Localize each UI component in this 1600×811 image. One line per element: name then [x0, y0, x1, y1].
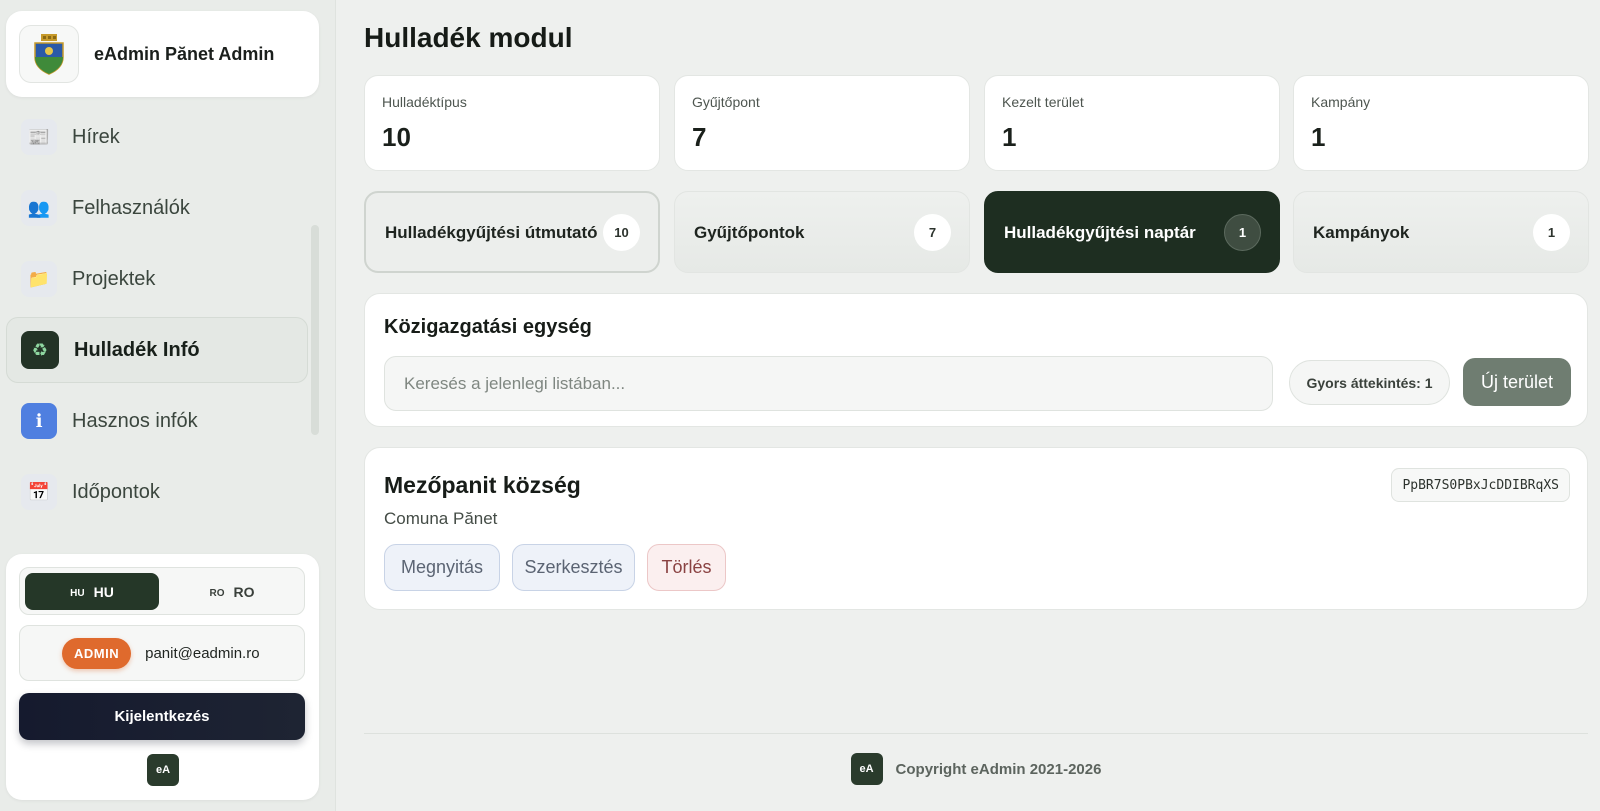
user-info: ADMIN panit@eadmin.ro: [19, 625, 305, 681]
stat-value: 7: [692, 122, 707, 152]
user-email: panit@eadmin.ro: [145, 644, 260, 662]
tab-collection-guide[interactable]: Hulladékgyűjtési útmutató 10: [364, 191, 660, 273]
stat-label: Hulladéktípus: [382, 94, 467, 110]
sidebar-nav: 📰 Hírek 👥 Felhasználók 📁 Projektek ♻ Hul…: [6, 104, 308, 530]
stat-value: 10: [382, 122, 411, 152]
tab-campaigns[interactable]: Kampányok 1: [1293, 191, 1589, 273]
sidebar-item-waste-info[interactable]: ♻ Hulladék Infó: [6, 317, 308, 383]
language-ro-button[interactable]: RO RO: [165, 573, 299, 610]
quick-overview-pill[interactable]: Gyors áttekintés: 1: [1289, 360, 1450, 405]
tab-label: Kampányok: [1313, 222, 1410, 242]
role-badge: ADMIN: [62, 637, 132, 669]
brand-title: eAdmin Pănet Admin: [94, 43, 275, 64]
logout-button[interactable]: Kijelentkezés: [19, 693, 305, 740]
sidebar-item-useful-info[interactable]: ℹ Hasznos infók: [6, 388, 308, 454]
sidebar-item-label: Időpontok: [72, 480, 160, 503]
stat-label: Gyűjtőpont: [692, 94, 760, 110]
sidebar-item-news[interactable]: 📰 Hírek: [6, 104, 308, 170]
tab-count-badge: 7: [914, 213, 951, 251]
calendar-icon: 📅: [21, 474, 57, 510]
item-id-badge: PpBR7S0PBxJcDDIBRqXS: [1391, 468, 1570, 502]
new-area-button[interactable]: Új terület: [1463, 358, 1571, 406]
item-title: Mezőpanit község: [384, 472, 581, 498]
delete-button[interactable]: Törlés: [647, 544, 726, 591]
page-title: Hulladék modul: [364, 22, 573, 53]
users-icon: 👥: [21, 190, 57, 226]
language-ro-code: RO: [209, 588, 225, 599]
stat-label: Kezelt terület: [1002, 94, 1084, 110]
footer: eA Copyright eAdmin 2021-2026: [364, 752, 1588, 786]
sidebar-scrollbar[interactable]: [311, 225, 319, 435]
coat-of-arms-logo: [19, 25, 79, 83]
tab-collection-calendar[interactable]: Hulladékgyűjtési naptár 1: [984, 191, 1280, 273]
tab-count-badge: 10: [603, 213, 640, 251]
tab-label: Gyűjtőpontok: [694, 222, 805, 242]
stat-card-waste-types: Hulladéktípus 10: [364, 75, 660, 171]
coat-of-arms-icon: [34, 34, 64, 75]
tab-collection-points[interactable]: Gyűjtőpontok 7: [674, 191, 970, 273]
language-hu-label: HU: [93, 583, 114, 600]
sidebar-item-label: Felhasználók: [72, 196, 190, 219]
search-input[interactable]: [384, 356, 1273, 411]
footer-divider: [364, 733, 1588, 734]
administrative-unit-panel: Közigazgatási egység Gyors áttekintés: 1…: [364, 293, 1588, 427]
list-item: Mezőpanit község Comuna Pănet PpBR7S0PBx…: [364, 447, 1588, 610]
sidebar-item-label: Projektek: [72, 267, 156, 290]
stat-value: 1: [1002, 122, 1017, 152]
eadmin-logo-icon: eA: [850, 753, 883, 785]
stat-card-managed-areas: Kezelt terület 1: [984, 75, 1280, 171]
sidebar: eAdmin Pănet Admin 📰 Hírek 👥 Felhasználó…: [0, 0, 336, 811]
tab-label: Hulladékgyűjtési naptár: [1004, 222, 1196, 242]
tab-count-badge: 1: [1533, 213, 1570, 251]
copyright-text: Copyright eAdmin 2021-2026: [895, 760, 1102, 778]
info-icon: ℹ: [21, 403, 57, 439]
eadmin-logo-icon: eA: [147, 754, 179, 786]
sidebar-item-projects[interactable]: 📁 Projektek: [6, 246, 308, 312]
language-ro-label: RO: [233, 583, 255, 600]
tab-label: Hulladékgyűjtési útmutató: [385, 222, 598, 242]
sidebar-item-label: Hírek: [72, 125, 120, 148]
sidebar-item-users[interactable]: 👥 Felhasználók: [6, 175, 308, 241]
item-subtitle: Comuna Pănet: [384, 509, 498, 528]
edit-button[interactable]: Szerkesztés: [512, 544, 635, 591]
newspaper-icon: 📰: [21, 119, 57, 155]
language-hu-code: HU: [70, 588, 85, 599]
open-button[interactable]: Megnyitás: [384, 544, 500, 591]
section-title: Közigazgatási egység: [384, 316, 592, 338]
brand-header[interactable]: eAdmin Pănet Admin: [6, 11, 319, 97]
sidebar-item-label: Hasznos infók: [72, 409, 198, 432]
tab-count-badge: 1: [1224, 213, 1261, 251]
recycle-icon: ♻: [21, 331, 59, 369]
stat-value: 1: [1311, 122, 1326, 152]
sidebar-item-appointments[interactable]: 📅 Időpontok: [6, 459, 308, 525]
account-panel: HU HU RO RO ADMIN panit@eadmin.ro Kijele…: [6, 554, 319, 800]
language-switch: HU HU RO RO: [19, 567, 305, 615]
language-hu-button[interactable]: HU HU: [25, 573, 159, 610]
folder-icon: 📁: [21, 261, 57, 297]
sidebar-item-label: Hulladék Infó: [74, 338, 200, 361]
stat-card-collection-points: Gyűjtőpont 7: [674, 75, 970, 171]
stat-card-campaigns: Kampány 1: [1293, 75, 1589, 171]
stat-label: Kampány: [1311, 94, 1371, 110]
